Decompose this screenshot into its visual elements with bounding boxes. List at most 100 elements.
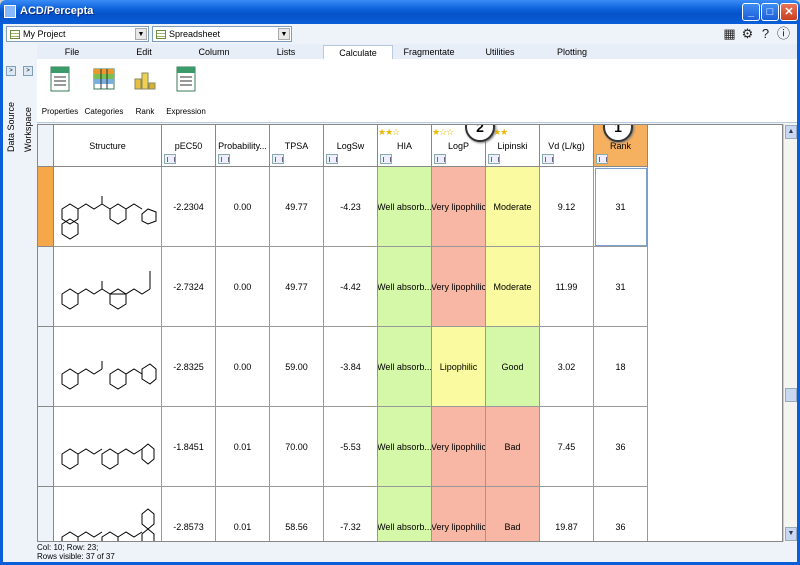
cell-rank[interactable]: 36	[594, 487, 648, 541]
star-rating-icon[interactable]: ★★☆	[378, 127, 400, 138]
cell-lipinski[interactable]: Bad	[486, 487, 540, 541]
chevron-down-icon[interactable]: ▼	[135, 28, 147, 40]
cell-vd[interactable]: 11.99	[540, 247, 594, 327]
cell-tpsa[interactable]: 49.77	[270, 167, 324, 247]
column-header-structure[interactable]: Structure	[54, 125, 162, 167]
column-header-probability[interactable]: Probability...	[216, 125, 270, 167]
structure-cell[interactable]	[54, 247, 162, 327]
cell-tpsa[interactable]: 59.00	[270, 327, 324, 407]
cell-lipinski[interactable]: Moderate	[486, 167, 540, 247]
menu-utilities[interactable]: Utilities	[475, 45, 525, 59]
scroll-thumb[interactable]	[785, 388, 797, 402]
cell-logp[interactable]: Very lipophilic	[432, 407, 486, 487]
cell-logsw[interactable]: -7.32	[324, 487, 378, 541]
spreadsheet-grid[interactable]: Structure pEC50 Probability... TPSA LogS…	[37, 124, 783, 542]
histogram-icon[interactable]	[434, 154, 446, 164]
chevron-down-icon[interactable]: ▼	[278, 28, 290, 40]
menu-calculate[interactable]: Calculate	[323, 45, 393, 59]
histogram-icon[interactable]	[542, 154, 554, 164]
cell-vd[interactable]: 7.45	[540, 407, 594, 487]
structure-cell[interactable]	[54, 487, 162, 541]
cell-vd[interactable]: 3.02	[540, 327, 594, 407]
maximize-button[interactable]: □	[761, 3, 779, 21]
cell-tpsa[interactable]: 49.77	[270, 247, 324, 327]
cell-prob[interactable]: 0.00	[216, 247, 270, 327]
cell-rank[interactable]: 31	[594, 247, 648, 327]
structure-cell[interactable]	[54, 407, 162, 487]
cell-prob[interactable]: 0.01	[216, 407, 270, 487]
histogram-icon[interactable]	[218, 154, 230, 164]
cell-logsw[interactable]: -5.53	[324, 407, 378, 487]
row-header[interactable]	[38, 247, 54, 327]
structure-cell[interactable]	[54, 167, 162, 247]
menu-edit[interactable]: Edit	[119, 45, 169, 59]
histogram-icon[interactable]	[596, 154, 608, 164]
cell-prob[interactable]: 0.00	[216, 327, 270, 407]
vertical-scrollbar[interactable]: ▲ ▼	[783, 124, 797, 542]
cell-logp[interactable]: Very lipophilic	[432, 247, 486, 327]
histogram-icon[interactable]	[488, 154, 500, 164]
star-rating-icon[interactable]: ★☆☆	[432, 127, 454, 138]
cell-rank[interactable]: 36	[594, 407, 648, 487]
cell-hia[interactable]: Well absorb...	[378, 167, 432, 247]
column-header-pec50[interactable]: pEC50	[162, 125, 216, 167]
histogram-icon[interactable]	[272, 154, 284, 164]
cell-pEC50[interactable]: -2.8573	[162, 487, 216, 541]
cell-logsw[interactable]: -3.84	[324, 327, 378, 407]
project-combo[interactable]: My Project ▼	[6, 26, 149, 42]
cell-vd[interactable]: 19.87	[540, 487, 594, 541]
cell-vd[interactable]: 9.12	[540, 167, 594, 247]
properties-button[interactable]: Properties	[40, 65, 80, 121]
cell-prob[interactable]: 0.00	[216, 167, 270, 247]
structure-cell[interactable]	[54, 327, 162, 407]
help-icon[interactable]: ?	[758, 26, 773, 41]
menu-file[interactable]: File	[47, 45, 97, 59]
cell-logsw[interactable]: -4.23	[324, 167, 378, 247]
expand-icon[interactable]: >	[23, 66, 33, 76]
close-button[interactable]: ✕	[780, 3, 798, 21]
row-header[interactable]	[38, 487, 54, 541]
view-combo[interactable]: Spreadsheet ▼	[152, 26, 292, 42]
cell-pEC50[interactable]: -2.7324	[162, 247, 216, 327]
menu-column[interactable]: Column	[189, 45, 239, 59]
column-header-hia[interactable]: ★★☆ HIA	[378, 125, 432, 167]
info-icon[interactable]: ⓘ	[776, 26, 791, 41]
column-header-logsw[interactable]: LogSw	[324, 125, 378, 167]
cell-hia[interactable]: Well absorb...	[378, 487, 432, 541]
menu-lists[interactable]: Lists	[261, 45, 311, 59]
column-header-tpsa[interactable]: TPSA	[270, 125, 324, 167]
gear-icon[interactable]: ⚙	[740, 26, 755, 41]
column-header-vd[interactable]: Vd (L/kg)	[540, 125, 594, 167]
cell-tpsa[interactable]: 58.56	[270, 487, 324, 541]
cell-rank[interactable]: 31	[594, 167, 648, 247]
cell-hia[interactable]: Well absorb...	[378, 247, 432, 327]
expand-icon[interactable]: >	[6, 66, 16, 76]
cell-rank[interactable]: 18	[594, 327, 648, 407]
histogram-icon[interactable]	[380, 154, 392, 164]
scroll-up-icon[interactable]: ▲	[785, 125, 797, 139]
expression-button[interactable]: Expression	[166, 65, 206, 121]
scroll-down-icon[interactable]: ▼	[785, 527, 797, 541]
cell-lipinski[interactable]: Bad	[486, 407, 540, 487]
row-header[interactable]	[38, 167, 54, 247]
cell-logp[interactable]: Very lipophilic	[432, 167, 486, 247]
cell-pEC50[interactable]: -1.8451	[162, 407, 216, 487]
cell-pEC50[interactable]: -2.2304	[162, 167, 216, 247]
cell-hia[interactable]: Well absorb...	[378, 407, 432, 487]
cell-lipinski[interactable]: Good	[486, 327, 540, 407]
cell-logp[interactable]: Very lipophilic	[432, 487, 486, 541]
minimize-button[interactable]: _	[742, 3, 760, 21]
row-header[interactable]	[38, 407, 54, 487]
menu-fragmentate[interactable]: Fragmentate	[399, 45, 459, 59]
cell-lipinski[interactable]: Moderate	[486, 247, 540, 327]
histogram-icon[interactable]	[164, 154, 176, 164]
cell-hia[interactable]: Well absorb...	[378, 327, 432, 407]
tab-data-source[interactable]: > Data Source	[4, 64, 19, 154]
menu-plotting[interactable]: Plotting	[547, 45, 597, 59]
cell-logp[interactable]: Lipophilic	[432, 327, 486, 407]
row-header[interactable]	[38, 327, 54, 407]
histogram-icon[interactable]	[326, 154, 338, 164]
calculator-icon[interactable]: ▦	[722, 26, 737, 41]
cell-tpsa[interactable]: 70.00	[270, 407, 324, 487]
corner-header[interactable]	[38, 125, 54, 167]
